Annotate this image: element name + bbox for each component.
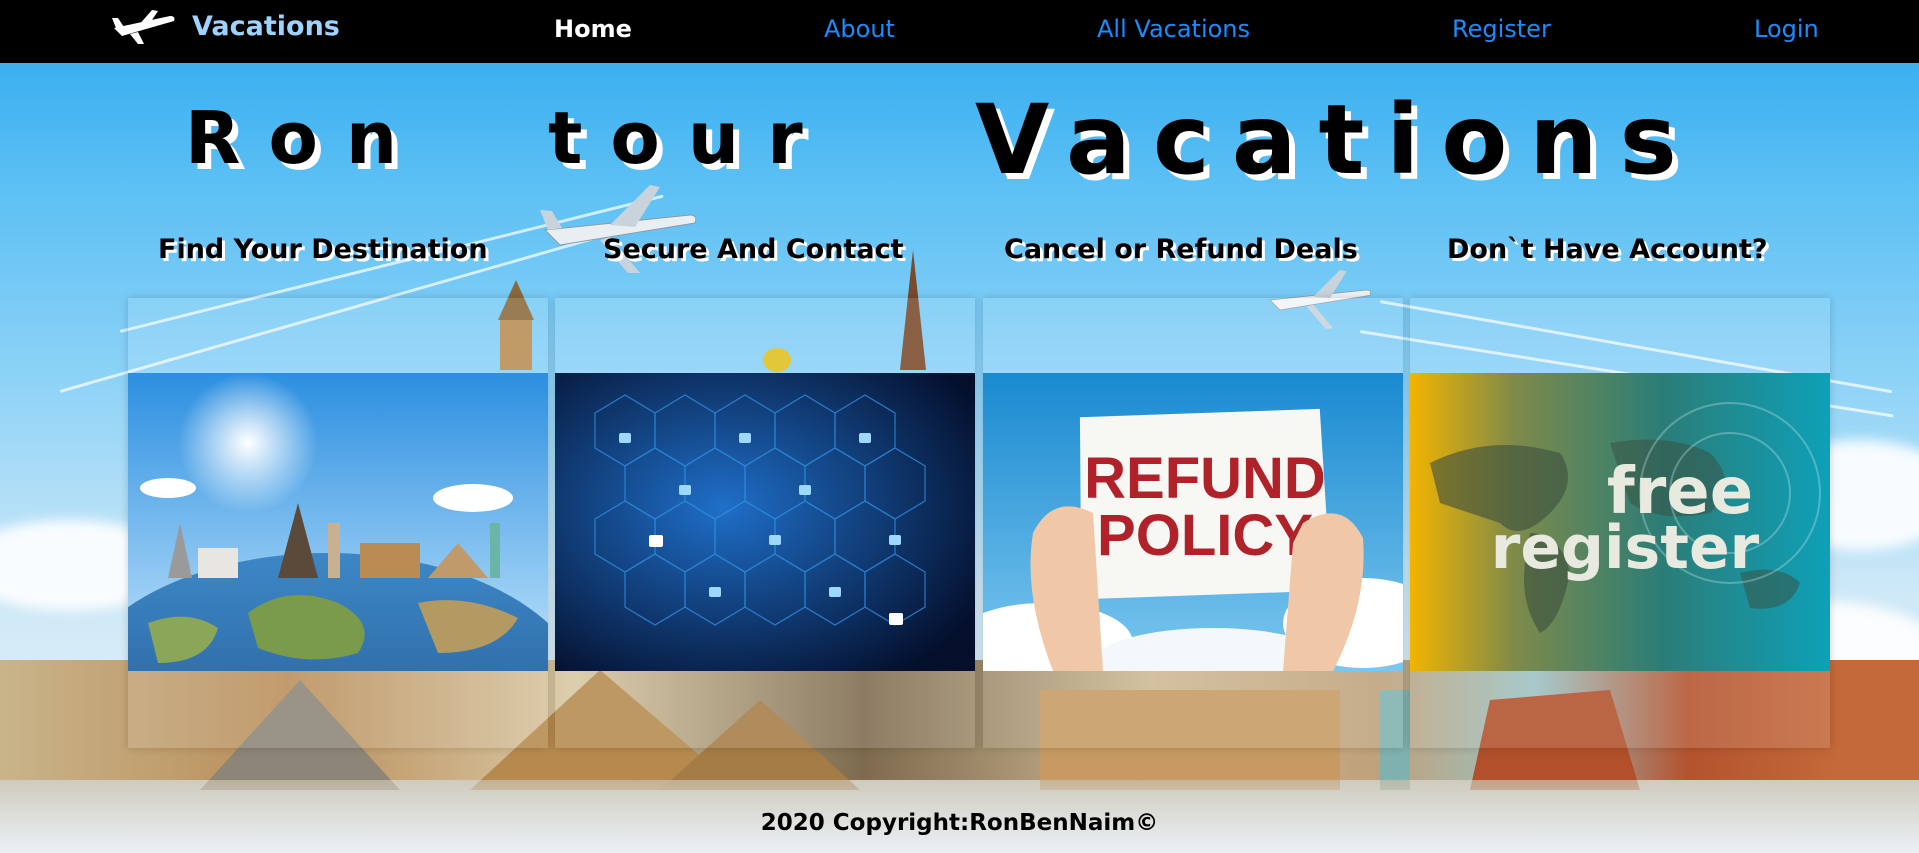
nav-register-link[interactable]: Register [1452, 15, 1551, 43]
nav-about-link[interactable]: About [824, 15, 895, 43]
hero-word-vacations: Vacations [975, 84, 1699, 196]
security-locks-network-image[interactable] [555, 373, 975, 671]
feature-title-destination: Find Your Destination [158, 234, 488, 265]
card-refund[interactable]: REFUND POLICY [983, 298, 1403, 748]
feature-cards: REFUND POLICY free register [128, 298, 1830, 748]
feature-title-account: Don`t Have Account? [1447, 234, 1768, 265]
refund-sign-line2: POLICY [1097, 503, 1313, 568]
feature-title-secure: Secure And Contact [603, 234, 904, 265]
card-secure[interactable] [555, 298, 975, 748]
top-navbar: Vacations Home About All Vacations Regis… [0, 0, 1919, 63]
nav-login-link[interactable]: Login [1754, 15, 1819, 43]
feature-title-refund: Cancel or Refund Deals [1004, 234, 1358, 265]
hero-title: Ron tour Vacations [0, 80, 1919, 210]
refund-sign-line1: REFUND [1084, 446, 1326, 511]
airplane-icon [112, 10, 175, 44]
brand-name: Vacations [192, 10, 340, 42]
world-landmarks-globe-image[interactable] [128, 373, 548, 671]
card-account[interactable]: free register [1410, 298, 1830, 748]
refund-policy-sign-image[interactable]: REFUND POLICY [983, 373, 1403, 671]
brand[interactable]: Vacations [112, 8, 340, 44]
card-destination[interactable] [128, 298, 548, 748]
nav-all-vacations-link[interactable]: All Vacations [1097, 15, 1250, 43]
register-text: register [1491, 513, 1760, 583]
nav-home-link[interactable]: Home [554, 15, 632, 43]
footer-copyright: 2020 Copyright:RonBenNaim© [760, 810, 1159, 836]
free-register-world-map-image[interactable]: free register [1410, 373, 1830, 671]
hero-word-ron: Ron [185, 96, 426, 180]
hero-word-tour: tour [548, 96, 831, 180]
